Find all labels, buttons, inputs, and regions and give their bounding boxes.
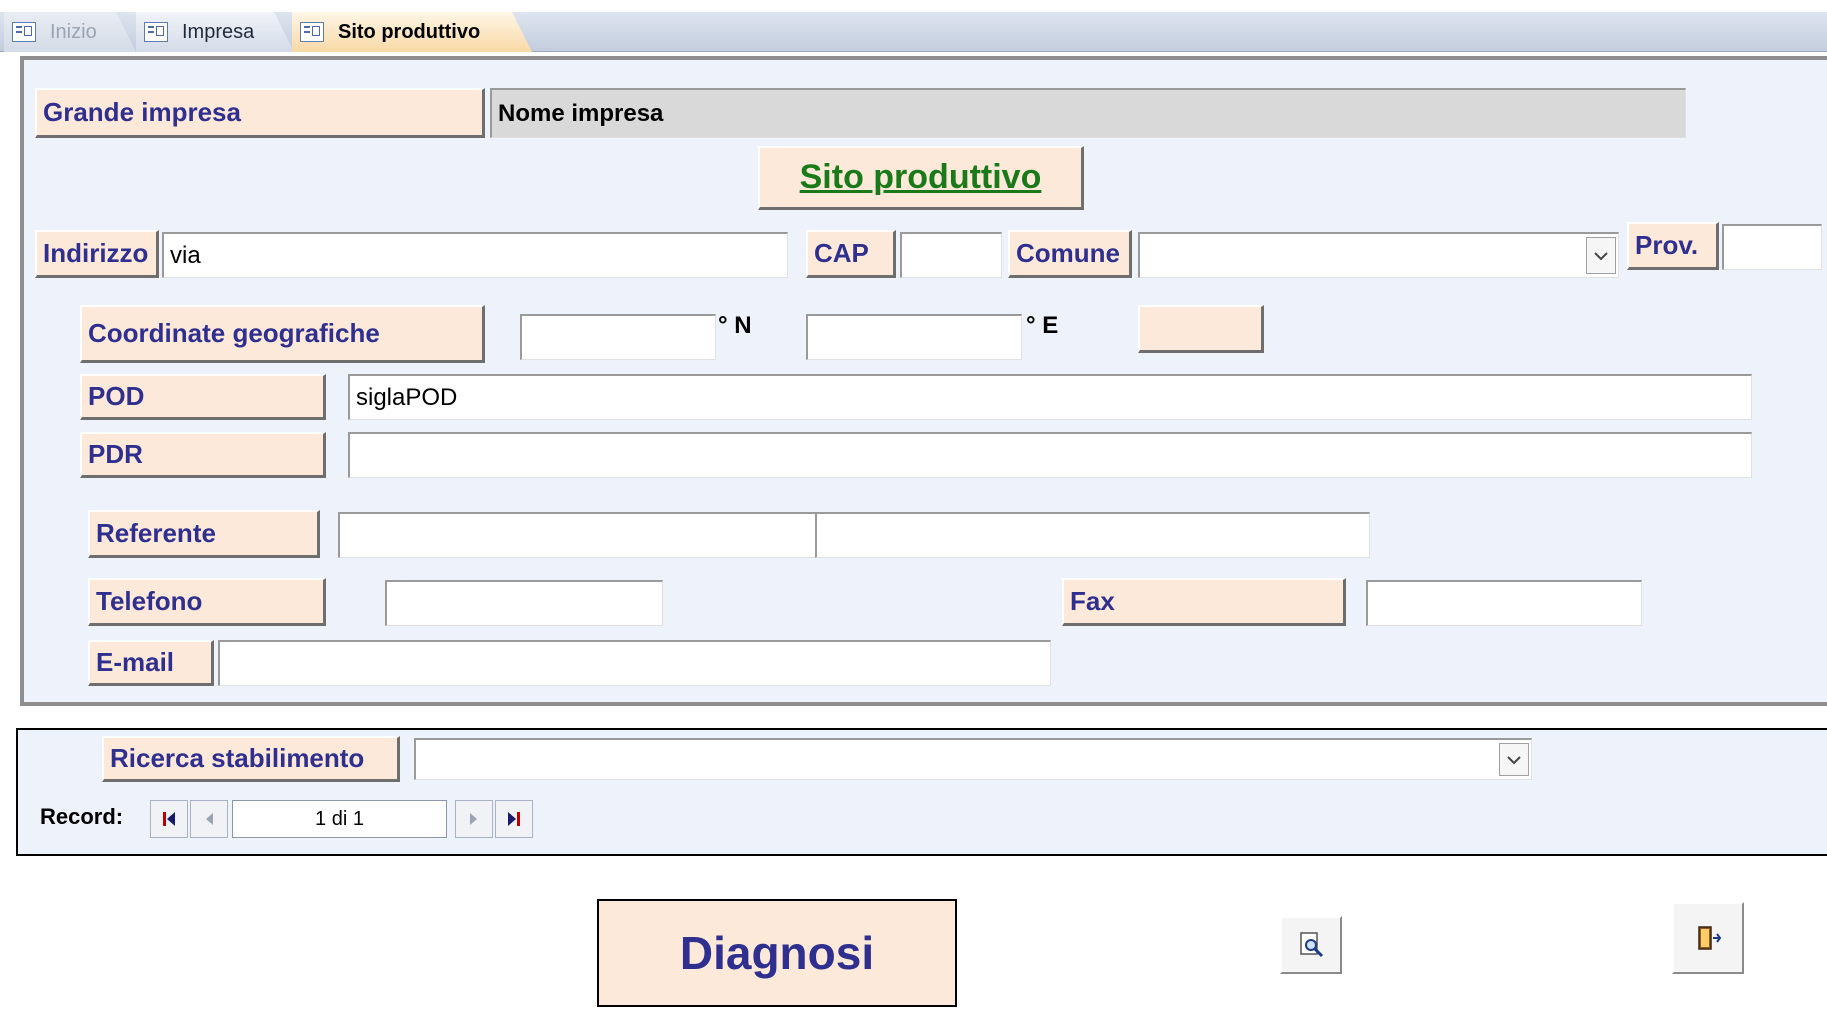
telefono-input[interactable] (385, 580, 663, 626)
company-label: Grande impresa (35, 88, 485, 138)
last-record-button[interactable] (495, 800, 533, 838)
east-suffix: ° E (1026, 312, 1059, 339)
pdr-input[interactable] (348, 432, 1752, 478)
previous-record-button[interactable] (190, 800, 228, 838)
coordinates-action-button[interactable] (1138, 305, 1264, 353)
telefono-label: Telefono (88, 578, 326, 626)
north-suffix: ° N (718, 312, 752, 339)
first-record-button[interactable] (150, 800, 188, 838)
print-preview-button[interactable] (1280, 916, 1342, 974)
cap-input[interactable] (900, 232, 1002, 278)
chevron-down-icon[interactable] (1499, 743, 1529, 776)
record-label: Record: (40, 804, 124, 829)
email-label: E-mail (88, 640, 214, 686)
chevron-down-icon[interactable] (1586, 237, 1616, 274)
pod-input[interactable]: siglaPOD (348, 374, 1752, 420)
next-record-button[interactable] (455, 800, 493, 838)
next-record-icon (470, 813, 477, 825)
print-preview-icon (1300, 932, 1324, 958)
exit-button[interactable] (1672, 902, 1744, 974)
address-input[interactable]: via (162, 232, 788, 278)
address-label: Indirizzo (35, 230, 159, 278)
pdr-label: PDR (80, 432, 326, 478)
search-select[interactable] (414, 738, 1532, 780)
fax-input[interactable] (1366, 580, 1642, 626)
tab-impresa[interactable]: Impresa (136, 12, 294, 52)
referente-second-input[interactable] (815, 512, 1370, 558)
tab-inizio[interactable]: Inizio (4, 12, 136, 52)
exit-door-icon (1698, 926, 1722, 950)
last-record-icon (508, 812, 520, 826)
cap-label: CAP (806, 230, 896, 278)
search-label: Ricerca stabilimento (102, 736, 400, 782)
prov-input[interactable] (1722, 224, 1822, 270)
latitude-input[interactable] (520, 314, 716, 360)
fax-label: Fax (1062, 578, 1346, 626)
referente-label: Referente (88, 510, 320, 558)
tab-label: Sito produttivo (338, 20, 481, 43)
tab-sito-produttivo[interactable]: Sito produttivo (292, 12, 532, 52)
form-icon (300, 22, 324, 42)
pod-label: POD (80, 374, 326, 420)
email-input[interactable] (218, 640, 1051, 686)
tab-label: Inizio (50, 20, 97, 43)
form-icon (12, 22, 36, 42)
comune-select[interactable] (1138, 232, 1619, 278)
tab-label: Impresa (182, 20, 255, 43)
first-record-icon (163, 812, 175, 826)
company-name-field[interactable]: Nome impresa (490, 88, 1686, 138)
diagnosi-button[interactable]: Diagnosi (597, 899, 957, 1007)
comune-label: Comune (1008, 230, 1132, 278)
section-title: Sito produttivo (758, 146, 1084, 210)
prov-label: Prov. (1627, 222, 1719, 270)
form-icon (144, 22, 168, 42)
record-position-field[interactable]: 1 di 1 (232, 800, 447, 838)
coordinates-label: Coordinate geografiche (80, 305, 485, 363)
previous-record-icon (206, 813, 213, 825)
referente-first-input[interactable] (338, 512, 816, 558)
longitude-input[interactable] (806, 314, 1022, 360)
